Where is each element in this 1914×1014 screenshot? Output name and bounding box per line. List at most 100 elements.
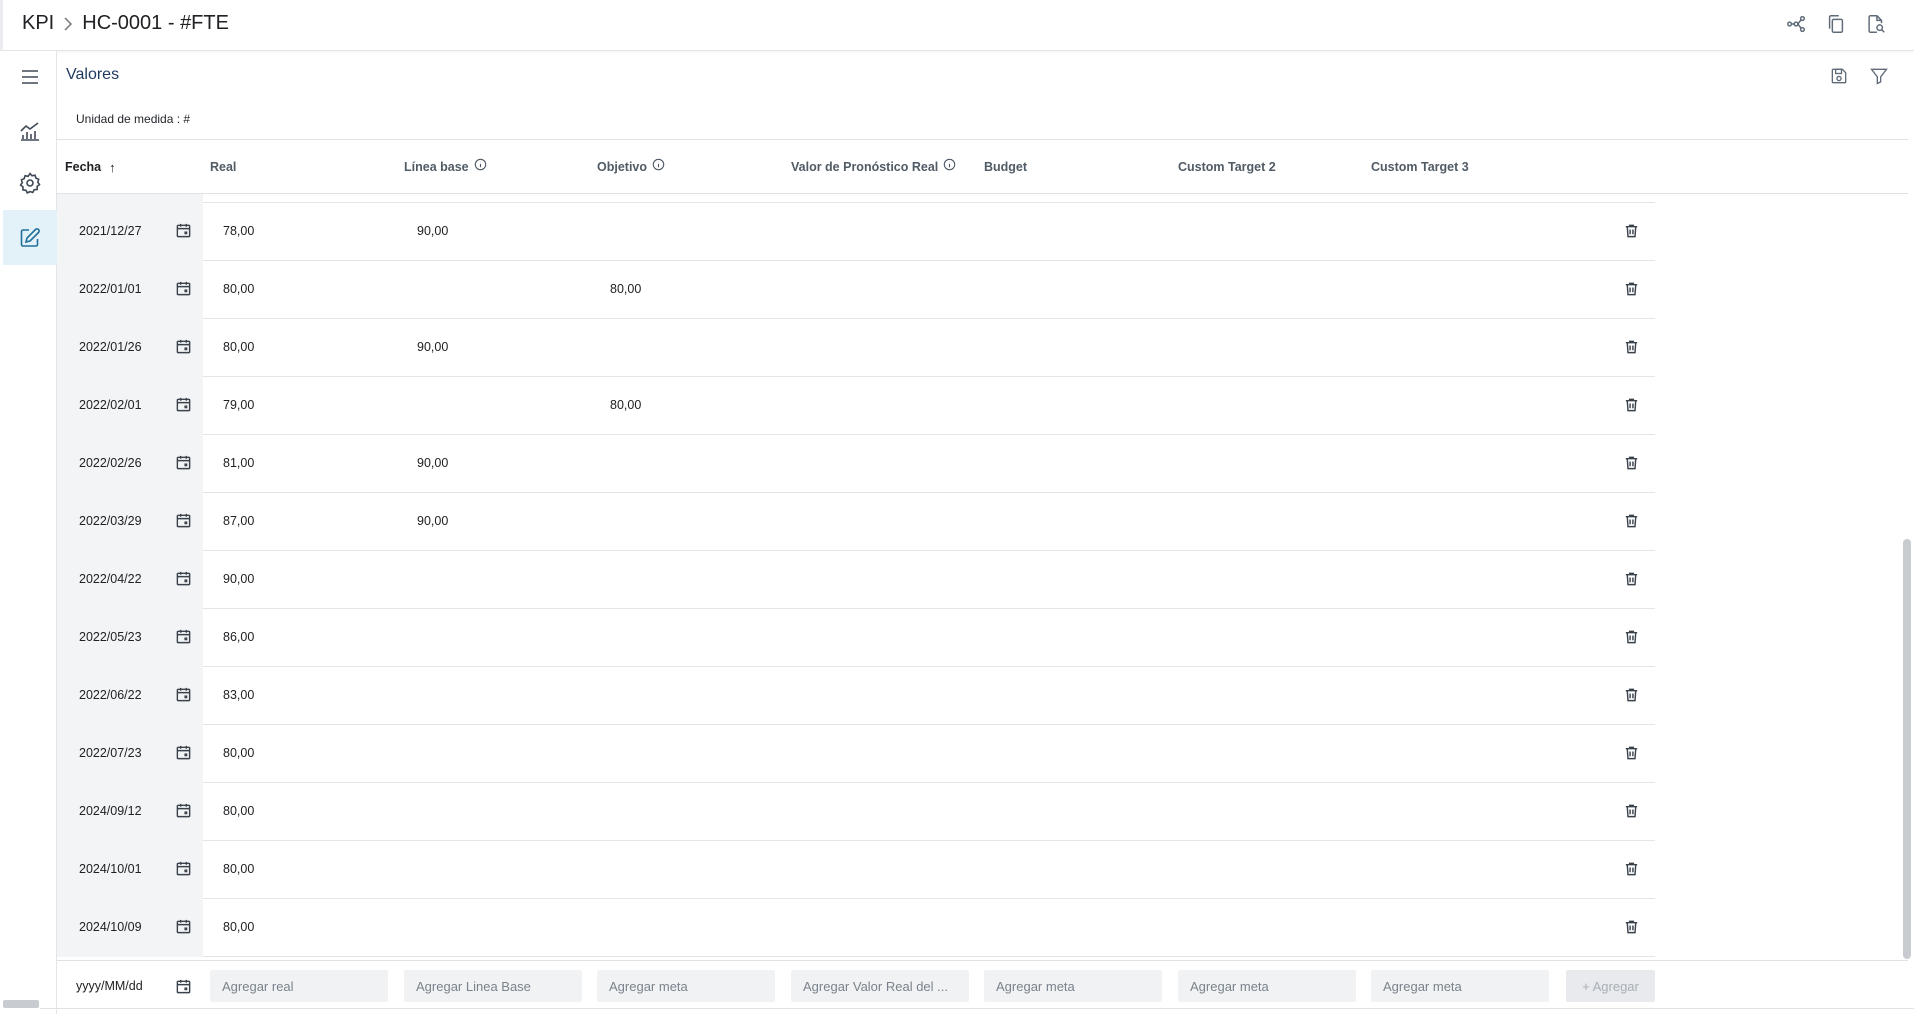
real-value[interactable]: 79,00	[223, 398, 254, 412]
trash-icon[interactable]	[1623, 570, 1641, 588]
info-icon[interactable]	[652, 158, 665, 171]
calendar-icon[interactable]	[175, 978, 192, 1000]
info-icon[interactable]	[943, 158, 956, 171]
date-cell[interactable]: 2024/10/01	[57, 841, 203, 899]
menu-icon[interactable]	[3, 51, 57, 103]
save-icon[interactable]	[1826, 63, 1852, 89]
trash-icon[interactable]	[1623, 918, 1641, 936]
date-value[interactable]: 2022/01/26	[79, 340, 142, 354]
calendar-icon[interactable]	[175, 918, 193, 936]
trash-icon[interactable]	[1623, 860, 1641, 878]
trash-icon[interactable]	[1623, 396, 1641, 414]
real-value[interactable]: 78,00	[223, 224, 254, 238]
trash-icon[interactable]	[1623, 454, 1641, 472]
calendar-icon[interactable]	[175, 802, 193, 820]
date-value[interactable]: 2022/02/01	[79, 398, 142, 412]
real-value[interactable]: 80,00	[223, 282, 254, 296]
calendar-icon[interactable]	[175, 396, 193, 414]
info-icon[interactable]	[474, 158, 487, 171]
breadcrumb-root[interactable]: KPI	[22, 12, 54, 35]
date-value[interactable]: 2024/10/01	[79, 862, 142, 876]
vertical-scrollbar-thumb[interactable]	[1903, 539, 1911, 959]
date-cell[interactable]: 2022/01/01	[57, 261, 203, 319]
trash-icon[interactable]	[1623, 744, 1641, 762]
linea-base-value[interactable]: 90,00	[417, 456, 448, 470]
settings-icon[interactable]	[3, 157, 57, 209]
date-value[interactable]: 2022/07/23	[79, 746, 142, 760]
real-value[interactable]: 81,00	[223, 456, 254, 470]
copy-icon[interactable]	[1823, 11, 1849, 37]
date-value[interactable]: 2024/10/09	[79, 920, 142, 934]
calendar-icon[interactable]	[175, 628, 193, 646]
calendar-icon[interactable]	[175, 280, 193, 298]
add-linea-base-input[interactable]	[404, 970, 582, 1002]
add-custom-target-2-input[interactable]	[1178, 970, 1356, 1002]
objetivo-value[interactable]: 80,00	[610, 282, 641, 296]
date-value[interactable]: 2022/04/22	[79, 572, 142, 586]
date-placeholder[interactable]: yyyy/MM/dd	[76, 979, 143, 993]
trash-icon[interactable]	[1623, 686, 1641, 704]
trash-icon[interactable]	[1623, 338, 1641, 356]
add-button[interactable]: + Agregar	[1566, 970, 1655, 1002]
real-value[interactable]: 80,00	[223, 340, 254, 354]
date-value[interactable]: 2022/02/26	[79, 456, 142, 470]
add-budget-input[interactable]	[984, 970, 1162, 1002]
calendar-icon[interactable]	[175, 860, 193, 878]
date-value[interactable]: 2022/01/01	[79, 282, 142, 296]
date-cell[interactable]: 2022/05/23	[57, 609, 203, 667]
trash-icon[interactable]	[1623, 512, 1641, 530]
filter-icon[interactable]	[1866, 63, 1892, 89]
date-value[interactable]: 2022/05/23	[79, 630, 142, 644]
date-cell[interactable]: 2022/03/29	[57, 493, 203, 551]
date-value[interactable]: 2022/03/29	[79, 514, 142, 528]
date-cell[interactable]: 2022/06/22	[57, 667, 203, 725]
date-value[interactable]: 2022/06/22	[79, 688, 142, 702]
calendar-icon[interactable]	[175, 222, 193, 240]
edit-icon[interactable]	[3, 210, 57, 265]
add-custom-target-3-input[interactable]	[1371, 970, 1549, 1002]
calendar-icon[interactable]	[175, 512, 193, 530]
date-value[interactable]: 2021/12/27	[79, 224, 142, 238]
real-value[interactable]: 80,00	[223, 862, 254, 876]
trash-icon[interactable]	[1623, 628, 1641, 646]
date-cell[interactable]: 2022/01/26	[57, 319, 203, 377]
real-value[interactable]: 87,00	[223, 514, 254, 528]
add-date-cell[interactable]: yyyy/MM/dd	[57, 961, 203, 1013]
linea-base-value[interactable]: 90,00	[417, 340, 448, 354]
date-cell[interactable]: 2021/12/27	[57, 203, 203, 261]
vertical-scrollbar[interactable]	[1903, 101, 1911, 1010]
real-value[interactable]: 83,00	[223, 688, 254, 702]
date-cell[interactable]: 2022/02/01	[57, 377, 203, 435]
objetivo-value[interactable]: 80,00	[610, 398, 641, 412]
date-cell[interactable]: 2022/02/26	[57, 435, 203, 493]
calendar-icon[interactable]	[175, 338, 193, 356]
sort-ascending-icon[interactable]: ↑	[109, 160, 116, 175]
date-cell[interactable]: 2022/07/23	[57, 725, 203, 783]
date-cell[interactable]: 2024/10/09	[57, 899, 203, 957]
calendar-icon[interactable]	[175, 686, 193, 704]
real-value[interactable]: 86,00	[223, 630, 254, 644]
trash-icon[interactable]	[1623, 222, 1641, 240]
trash-icon[interactable]	[1623, 802, 1641, 820]
linea-base-value[interactable]: 90,00	[417, 514, 448, 528]
column-header-fecha[interactable]: Fecha ↑	[65, 140, 116, 194]
add-real-input[interactable]	[210, 970, 388, 1002]
add-objetivo-input[interactable]	[597, 970, 775, 1002]
calendar-icon[interactable]	[175, 744, 193, 762]
date-cell[interactable]: 2022/04/22	[57, 551, 203, 609]
network-icon[interactable]	[1783, 11, 1809, 37]
trash-icon[interactable]	[1623, 280, 1641, 298]
real-value[interactable]: 90,00	[223, 572, 254, 586]
horizontal-scrollbar-thumb[interactable]	[3, 1000, 39, 1008]
date-value[interactable]: 2024/09/12	[79, 804, 142, 818]
linea-base-value[interactable]: 90,00	[417, 224, 448, 238]
real-value[interactable]: 80,00	[223, 746, 254, 760]
date-cell[interactable]: 2024/09/12	[57, 783, 203, 841]
real-value[interactable]: 80,00	[223, 920, 254, 934]
document-search-icon[interactable]	[1863, 11, 1889, 37]
chart-icon[interactable]	[3, 105, 57, 157]
calendar-icon[interactable]	[175, 454, 193, 472]
calendar-icon[interactable]	[175, 570, 193, 588]
real-value[interactable]: 80,00	[223, 804, 254, 818]
add-pronostico-input[interactable]	[791, 970, 969, 1002]
